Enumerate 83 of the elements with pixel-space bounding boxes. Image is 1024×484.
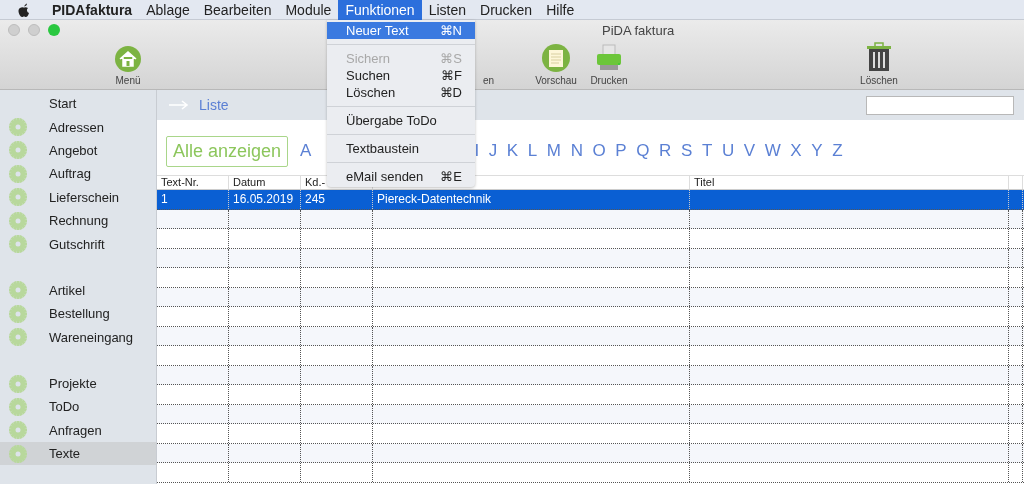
printer-icon [594, 43, 624, 73]
column-header: Titel [690, 176, 1009, 189]
table-cell: 1 [157, 190, 229, 209]
letter-link[interactable]: U [721, 141, 735, 161]
letter-link[interactable]: Q [636, 141, 650, 161]
document-icon [541, 43, 571, 73]
table-row[interactable]: 1 16.05.2019 245 Piereck-Datentechnik [157, 190, 1024, 210]
menu-item[interactable]: Übergabe ToDo [327, 112, 475, 129]
column-header: Text-Nr. [157, 176, 229, 189]
menu-item[interactable]: Textbaustein [327, 140, 475, 157]
sidebar-item[interactable]: Start [0, 92, 156, 116]
sidebar-item[interactable]: Projekte [0, 371, 156, 396]
gear-icon [9, 398, 27, 416]
search-field[interactable] [866, 95, 1014, 115]
letter-link[interactable]: K [506, 141, 519, 161]
toolbar-button[interactable]: Löschen [854, 40, 904, 86]
table-cell: Piereck-Datentechnik [373, 190, 690, 209]
window-title: PiDA faktura [602, 22, 675, 38]
gear-icon [9, 328, 27, 347]
sidebar-item[interactable]: Adressen [0, 115, 156, 139]
gear-icon [9, 421, 27, 440]
menu-item[interactable]: Module [278, 0, 339, 20]
menu-item[interactable]: Listen [421, 0, 473, 20]
apple-icon [17, 1, 31, 18]
toolbar-button[interactable]: Drucken [584, 40, 634, 86]
sidebar-item[interactable]: Auftrag [0, 162, 156, 186]
letter-link[interactable]: L [527, 141, 538, 161]
letter-link[interactable]: P [615, 141, 627, 161]
gear-icon [9, 164, 27, 183]
toolbar-button[interactable]: Menü [103, 40, 153, 86]
trash-icon [864, 41, 894, 73]
sidebar-item[interactable]: Texte [0, 442, 156, 466]
letter-link[interactable]: X [790, 141, 802, 161]
sidebar-item[interactable]: Artikel [0, 278, 156, 303]
menu-item[interactable]: Löschen ⌘D [327, 84, 475, 101]
letter-link[interactable]: R [659, 141, 672, 161]
menu-item[interactable]: Drucken [473, 0, 540, 20]
sidebar-item[interactable]: Gutschrift [0, 232, 156, 256]
letter-link[interactable]: N [570, 141, 583, 161]
gear-icon [9, 211, 27, 230]
home-icon [114, 45, 142, 73]
menu-item[interactable]: Ablage [139, 0, 197, 20]
letter-link[interactable]: I [474, 141, 480, 161]
letter-link[interactable]: A [300, 141, 312, 161]
gear-icon [9, 374, 27, 393]
gear-icon [9, 304, 27, 323]
gear-icon [9, 141, 27, 160]
letter-link[interactable]: V [743, 141, 756, 161]
menu-item[interactable]: Neuer Text ⌘N [327, 22, 475, 39]
letter-link[interactable]: Z [832, 141, 843, 161]
gear-icon [9, 444, 27, 463]
gear-icon [9, 188, 27, 207]
letter-link[interactable]: S [680, 141, 693, 161]
menu-item[interactable]: Suchen ⌘F [327, 67, 475, 84]
letter-link[interactable]: O [592, 141, 606, 161]
letter-link[interactable]: J [488, 141, 498, 161]
breadcrumb: Liste [199, 97, 229, 113]
minimize-button[interactable] [28, 24, 40, 36]
gear-icon [9, 281, 27, 300]
table-cell: 245 [301, 190, 373, 209]
column-header: Datum [229, 176, 301, 189]
menu-item[interactable]: Bearbeiten [196, 0, 279, 20]
letter-link[interactable]: W [764, 141, 781, 161]
sidebar-item[interactable]: Wareneingang [0, 325, 156, 349]
table-cell: 16.05.2019 [229, 190, 301, 209]
app-menu[interactable]: PIDAfaktura [45, 0, 140, 20]
toolbar-button[interactable]: Vorschau [528, 40, 584, 86]
sidebar-item[interactable]: Lieferschein [0, 185, 156, 209]
letter-link[interactable]: T [701, 141, 713, 161]
sidebar-item[interactable]: ToDo [0, 395, 156, 419]
letter-link[interactable]: Y [811, 141, 823, 161]
zoom-button[interactable] [48, 24, 60, 36]
sidebar-item[interactable]: Anfragen [0, 418, 156, 443]
close-button[interactable] [8, 24, 20, 36]
sidebar-item[interactable]: Angebot [0, 138, 156, 163]
gear-icon [9, 235, 27, 254]
gear-icon [9, 118, 27, 137]
letter-link[interactable]: M [546, 141, 562, 161]
menu-item[interactable]: Funktionen [338, 0, 422, 20]
arrow-icon [169, 100, 189, 110]
sidebar-item[interactable]: Rechnung [0, 208, 156, 233]
menu-item[interactable]: Hilfe [539, 0, 582, 20]
sidebar-item[interactable]: Bestellung [0, 302, 156, 326]
